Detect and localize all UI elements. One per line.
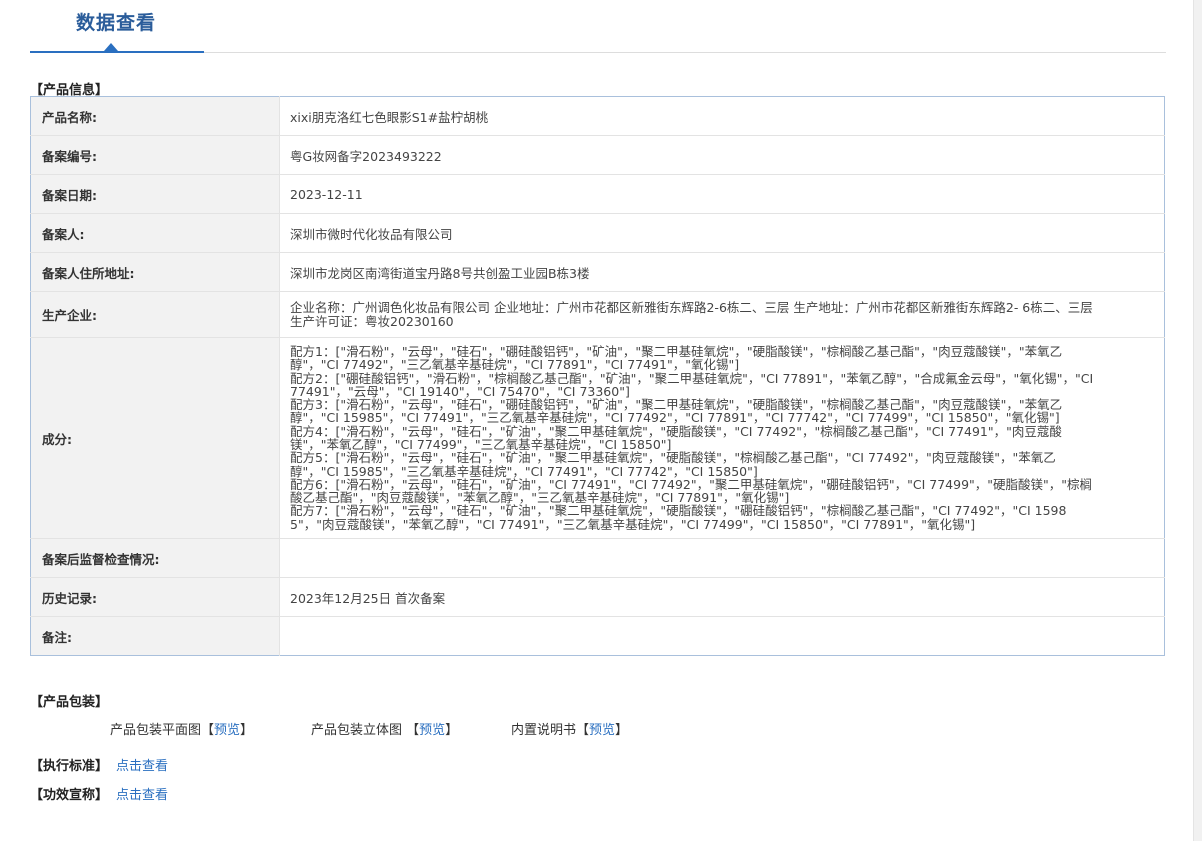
formula-3: 配方3：["滑石粉"，"云母"，"硅石"，"硼硅酸铝钙"，"矿油"，"聚二甲基硅… xyxy=(290,397,1063,426)
packaging-flat-item: 产品包装平面图【预览】 xyxy=(110,723,254,738)
table-row: 备案人: 深圳市微时代化妆品有限公司 xyxy=(30,213,1165,253)
formula-4: 配方4：["滑石粉"，"云母"，"硅石"，"矿油"，"聚二甲基硅氧烷"，"硬脂酸… xyxy=(290,423,1062,452)
packaging-flat-preview-link[interactable]: 预览 xyxy=(214,723,240,738)
table-row: 历史记录: 2023年12月25日 首次备案 xyxy=(30,577,1165,617)
field-label: 成分: xyxy=(30,337,280,539)
history-value: 2023年12月25日 首次备案 xyxy=(279,577,1165,617)
tab-title: 数据查看 xyxy=(76,12,157,34)
manual-preview-link[interactable]: 预览 xyxy=(589,723,615,738)
formula-5: 配方5：["滑石粉"，"云母"，"硅石"，"矿油"，"聚二甲基硅氧烷"，"硬脂酸… xyxy=(290,450,1056,479)
manual-item: 内置说明书【预览】 xyxy=(511,723,629,738)
formula-7: 配方7：["滑石粉"，"云母"，"硅石"，"矿油"，"聚二甲基硅氧烷"，"硬脂酸… xyxy=(290,503,1067,532)
registrant-value: 深圳市微时代化妆品有限公司 xyxy=(279,213,1165,253)
packaging-title: 【产品包装】 xyxy=(30,695,109,710)
field-label: 备案后监督检查情况: xyxy=(30,538,280,578)
table-row: 产品名称: xixi朋克洛红七色眼影S1#盐柠胡桃 xyxy=(30,96,1165,136)
manual-label: 内置说明书 xyxy=(511,723,577,738)
tab-data-view[interactable]: 数据查看 xyxy=(30,0,204,53)
product-info-table: 产品名称: xixi朋克洛红七色眼影S1#盐柠胡桃 备案编号: 粤G妆网备字20… xyxy=(30,96,1165,656)
packaging-3d-item: 产品包装立体图 【预览】 xyxy=(311,723,459,738)
standard-label: 【执行标准】 xyxy=(30,759,109,774)
packaging-3d-preview-link[interactable]: 预览 xyxy=(419,723,445,738)
table-row: 备案编号: 粤G妆网备字2023493222 xyxy=(30,135,1165,175)
field-label: 历史记录: xyxy=(30,577,280,617)
remarks-value xyxy=(279,616,1165,656)
packaging-3d-label: 产品包装立体图 xyxy=(311,723,403,738)
packaging-flat-label: 产品包装平面图 xyxy=(110,723,202,738)
registrant-address-value: 深圳市龙岗区南湾街道宝丹路8号共创盈工业园B栋3楼 xyxy=(279,252,1165,292)
formula-1: 配方1：["滑石粉"，"云母"，"硅石"，"硼硅酸铝钙"，"矿油"，"聚二甲基硅… xyxy=(290,343,1063,373)
table-row: 备案日期: 2023-12-11 xyxy=(30,174,1165,214)
supervision-value xyxy=(279,538,1165,578)
field-label: 备注: xyxy=(30,616,280,656)
standard-row: 【执行标准】 点击查看 xyxy=(30,755,168,774)
efficacy-view-link[interactable]: 点击查看 xyxy=(116,788,168,803)
table-row: 备案人住所地址: 深圳市龙岗区南湾街道宝丹路8号共创盈工业园B栋3楼 xyxy=(30,252,1165,292)
table-row: 成分: 配方1：["滑石粉"，"云母"，"硅石"，"硼硅酸铝钙"，"矿油"，"聚… xyxy=(30,337,1165,539)
field-label: 备案人住所地址: xyxy=(30,252,280,292)
vertical-scrollbar[interactable] xyxy=(1193,0,1202,841)
table-row: 备案后监督检查情况: xyxy=(30,538,1165,578)
caret-up-icon xyxy=(104,43,118,51)
field-label: 生产企业: xyxy=(30,291,280,338)
tab-bar: 数据查看 xyxy=(30,0,1166,53)
standard-view-link[interactable]: 点击查看 xyxy=(116,759,168,774)
field-label: 备案人: xyxy=(30,213,280,253)
efficacy-label: 【功效宣称】 xyxy=(30,788,109,803)
table-row: 备注: xyxy=(30,616,1165,656)
ingredients-cell: 配方1：["滑石粉"，"云母"，"硅石"，"硼硅酸铝钙"，"矿油"，"聚二甲基硅… xyxy=(279,337,1165,539)
formula-6: 配方6：["滑石粉"，"云母"，"硅石"，"矿油"，"CI 77491"，"CI… xyxy=(290,476,1093,506)
field-label: 备案编号: xyxy=(30,135,280,175)
record-date-value: 2023-12-11 xyxy=(279,174,1165,214)
field-label: 产品名称: xyxy=(30,96,280,136)
table-row: 生产企业: 企业名称：广州调色化妆品有限公司 企业地址：广州市花都区新雅街东辉路… xyxy=(30,291,1165,338)
manufacturer-value: 企业名称：广州调色化妆品有限公司 企业地址：广州市花都区新雅街东辉路2-6栋二、… xyxy=(290,300,1093,329)
manufacturer-cell: 企业名称：广州调色化妆品有限公司 企业地址：广州市花都区新雅街东辉路2-6栋二、… xyxy=(279,291,1165,338)
record-number-value: 粤G妆网备字2023493222 xyxy=(279,135,1165,175)
field-label: 备案日期: xyxy=(30,174,280,214)
formula-2: 配方2：["硼硅酸铝钙"，"滑石粉"，"棕榈酸乙基己酯"，"矿油"，"聚二甲基硅… xyxy=(290,370,1094,399)
product-name-value: xixi朋克洛红七色眼影S1#盐柠胡桃 xyxy=(279,96,1165,136)
efficacy-row: 【功效宣称】 点击查看 xyxy=(30,784,168,803)
